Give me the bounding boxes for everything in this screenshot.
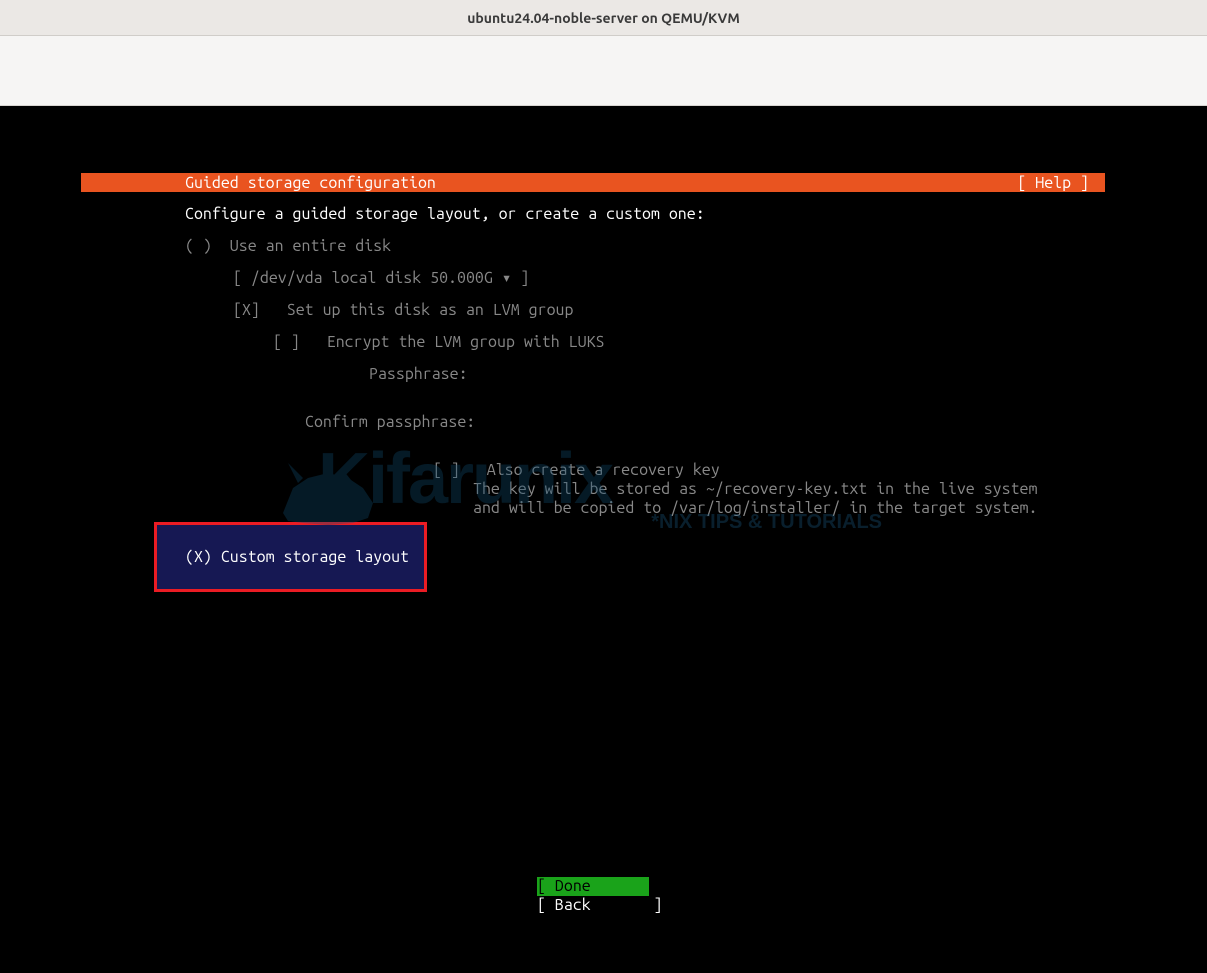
window-title: ubuntu24.04-noble-server on QEMU/KVM — [467, 10, 740, 26]
checkbox-luks[interactable]: [ ] Encrypt the LVM group with LUKS — [185, 333, 1105, 352]
toolbar-area — [0, 36, 1207, 106]
installer-header: Guided storage configuration [ Help ] — [81, 173, 1105, 192]
page-title: Guided storage configuration — [185, 174, 1017, 192]
done-button[interactable]: [ Done ] — [537, 877, 649, 896]
passphrase-label: Passphrase: — [185, 365, 1105, 384]
intro-text: Configure a guided storage layout, or cr… — [185, 205, 1105, 224]
footer-buttons: [ Done ] [ Back ] — [81, 877, 1105, 915]
vm-viewport: Guided storage configuration [ Help ] Co… — [0, 106, 1207, 973]
radio-custom-layout[interactable]: (X) Custom storage layout — [154, 522, 427, 592]
window-titlebar: ubuntu24.04-noble-server on QEMU/KVM — [0, 0, 1207, 36]
recovery-hint-2: and will be copied to /var/log/installer… — [185, 499, 1105, 518]
checkbox-recovery-key[interactable]: [ ] Also create a recovery key — [185, 461, 1105, 480]
help-button[interactable]: [ Help ] — [1017, 174, 1089, 192]
installer-content: Configure a guided storage layout, or cr… — [81, 192, 1105, 518]
confirm-passphrase-label: Confirm passphrase: — [185, 413, 1105, 432]
radio-custom-layout-label: (X) Custom storage layout — [185, 548, 409, 566]
installer-screen[interactable]: Guided storage configuration [ Help ] Co… — [81, 173, 1105, 935]
disk-select-dropdown[interactable]: [ /dev/vda local disk 50.000G ▾ ] — [185, 269, 1105, 288]
checkbox-lvm[interactable]: [X] Set up this disk as an LVM group — [185, 301, 1105, 320]
back-button[interactable]: [ Back ] — [537, 896, 649, 915]
radio-entire-disk[interactable]: ( ) Use an entire disk — [185, 237, 1105, 256]
recovery-hint-1: The key will be stored as ~/recovery-key… — [185, 480, 1105, 499]
